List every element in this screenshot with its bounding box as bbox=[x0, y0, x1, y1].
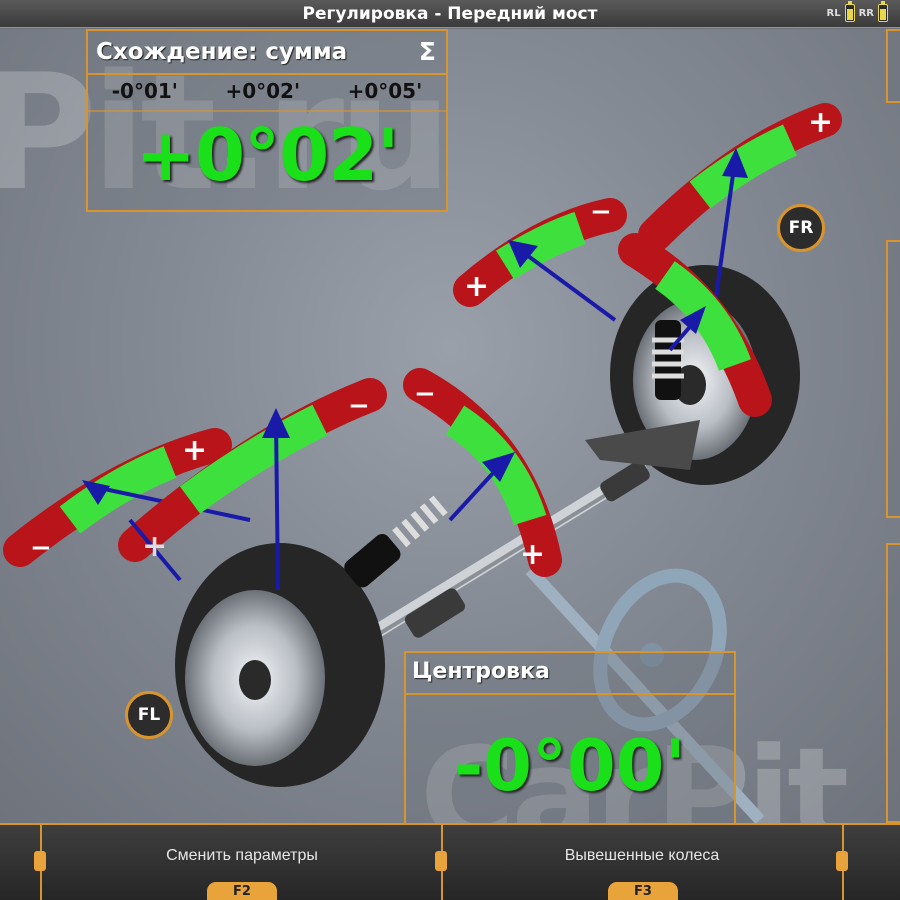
wheel-badge-fl-label: FL bbox=[137, 705, 161, 725]
gauge-sign: − bbox=[414, 379, 436, 409]
wheel-badge-fr-label: FR bbox=[788, 218, 814, 238]
gauge-sign: − bbox=[30, 533, 52, 563]
centering-title: Центровка bbox=[412, 659, 550, 684]
f2-key-tab[interactable]: F2 bbox=[207, 882, 277, 900]
function-bar: Сменить параметры F2 Вывешенные колеса F… bbox=[0, 823, 900, 900]
battery-icon-rl bbox=[844, 1, 855, 22]
right-panel-fragment bbox=[886, 543, 900, 823]
raised-wheels-label: Вывешенные колеса bbox=[564, 847, 720, 864]
change-parameters-button[interactable]: Сменить параметры bbox=[42, 825, 442, 887]
divider bbox=[406, 693, 734, 695]
sensor-status: RL RR bbox=[826, 1, 888, 22]
change-parameters-label: Сменить параметры bbox=[166, 847, 318, 864]
toe-nominal-value: +0°02' bbox=[225, 79, 301, 103]
divider bbox=[88, 73, 446, 75]
raised-wheels-button[interactable]: Вывешенные колеса bbox=[442, 825, 842, 887]
toe-total-panel: Схождение: сумма Σ -0°01' +0°02' +0°05' … bbox=[86, 29, 448, 212]
wheel-badge-fl: FL bbox=[125, 691, 173, 739]
handle-icon bbox=[836, 851, 848, 871]
gauge-fl-center bbox=[403, 368, 562, 577]
gauge-sign: + bbox=[808, 105, 834, 140]
gauge-sign: + bbox=[182, 433, 208, 468]
window-title: Регулировка - Передний мост bbox=[302, 3, 598, 24]
wheel-badge-fr: FR bbox=[777, 204, 825, 252]
gauge-sign: + bbox=[464, 269, 490, 304]
sensor-rl-label: RL bbox=[826, 7, 841, 19]
sigma-icon: Σ bbox=[418, 37, 436, 66]
toe-min-value: -0°01' bbox=[111, 79, 178, 103]
f2-key-label: F2 bbox=[233, 883, 251, 899]
gauge-sign: − bbox=[590, 197, 612, 227]
battery-icon-rr bbox=[878, 1, 888, 22]
divider bbox=[88, 110, 446, 112]
right-panel-fragment bbox=[886, 240, 900, 518]
toe-total-value: +0°02' bbox=[135, 113, 400, 197]
toe-total-title: Схождение: сумма bbox=[96, 39, 348, 65]
sensor-rr-label: RR bbox=[858, 7, 874, 19]
right-panel-fragment bbox=[886, 29, 900, 103]
f3-key-label: F3 bbox=[634, 883, 652, 899]
centering-panel: Центровка -0°00' bbox=[404, 651, 736, 826]
gauge-sign: − bbox=[348, 391, 370, 421]
gauge-sign: + bbox=[142, 529, 168, 564]
toe-total-range: -0°01' +0°02' +0°05' bbox=[88, 79, 446, 103]
gauge-fr-left bbox=[453, 198, 627, 322]
f3-key-tab[interactable]: F3 bbox=[608, 882, 678, 900]
gauge-sign: + bbox=[520, 537, 546, 572]
toe-max-value: +0°05' bbox=[347, 79, 423, 103]
centering-value: -0°00' bbox=[454, 725, 686, 807]
title-bar: Регулировка - Передний мост RL RR bbox=[0, 0, 900, 28]
